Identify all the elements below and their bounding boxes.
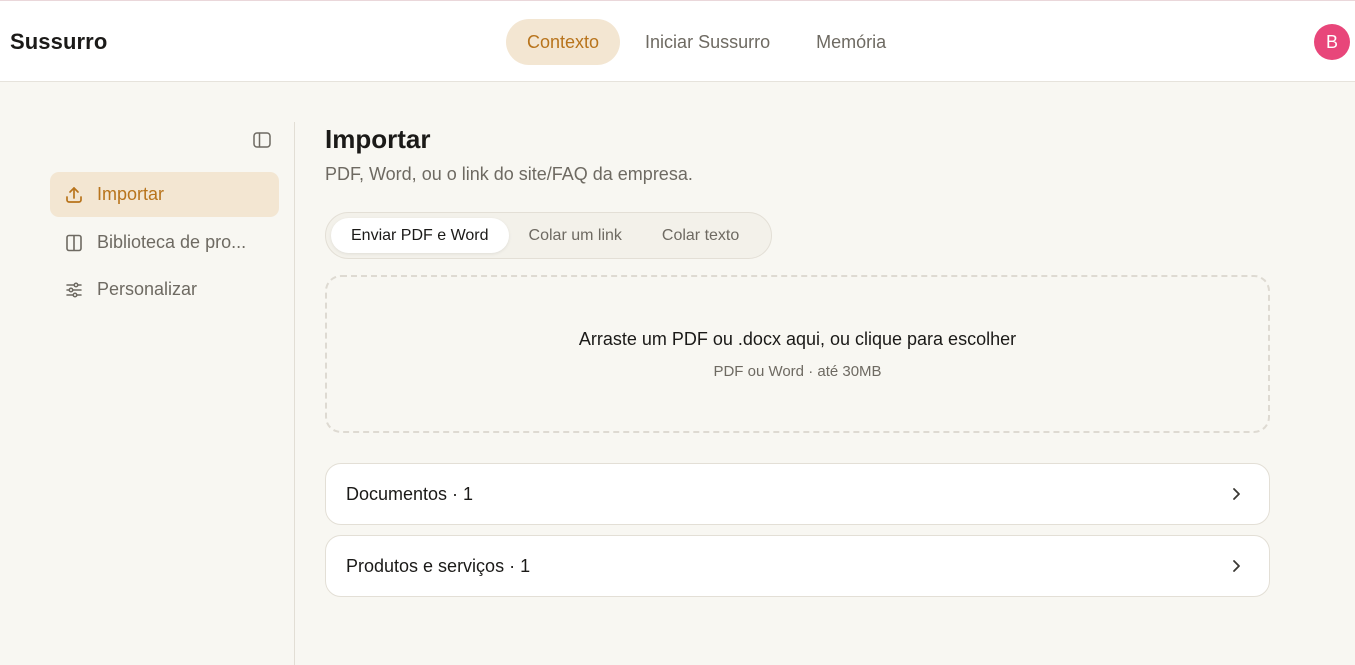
tab-enviar-pdf-word[interactable]: Enviar PDF e Word [331,218,509,253]
tab-colar-texto[interactable]: Colar texto [642,218,759,253]
main-nav: Contexto Iniciar Sussurro Memória [506,19,907,65]
app-logo-text[interactable]: Sussurro [10,29,107,55]
nav-tab-iniciar-sussurro[interactable]: Iniciar Sussurro [624,19,791,65]
nav-tab-memoria[interactable]: Memória [795,19,907,65]
sidebar-item-label: Importar [97,184,165,204]
tab-colar-link[interactable]: Colar um link [509,218,642,253]
upload-icon [64,185,84,205]
nav-tab-contexto[interactable]: Contexto [506,19,621,65]
file-dropzone[interactable]: Arraste um PDF ou .docx aqui, ou clique … [325,275,1270,433]
sliders-icon [64,280,84,300]
dropzone-title: Arraste um PDF ou .docx aqui, ou clique … [578,329,1017,349]
sidebar-toggle-icon[interactable] [250,128,274,152]
sidebar-item-label: Biblioteca de pro... [97,232,247,252]
import-method-tabs: Enviar PDF e Word Colar um link Colar te… [325,212,772,259]
sidebar-item-label: Personalizar [97,279,198,299]
sidebar-item-importar[interactable]: Importar [50,172,279,217]
sidebar-divider [294,122,295,665]
sidebar-item-biblioteca[interactable]: Biblioteca de pro... [50,220,279,265]
book-icon [64,233,84,253]
page-title: Importar [325,124,431,154]
sidebar-item-personalizar[interactable]: Personalizar [50,267,279,312]
section-label: Documentos · 1 [346,483,474,504]
dropzone-hint: PDF ou Word · até 30MB [713,363,882,380]
section-label: Produtos e serviços · 1 [346,555,531,576]
chevron-right-icon [1233,560,1240,572]
user-avatar[interactable]: B [1314,24,1350,60]
top-bar: Sussurro Contexto Iniciar Sussurro Memór… [0,0,1355,82]
page-subtitle: PDF, Word, ou o link do site/FAQ da empr… [325,164,693,184]
section-produtos-servicos[interactable]: Produtos e serviços · 1 [325,535,1270,597]
section-documentos[interactable]: Documentos · 1 [325,463,1270,525]
chevron-right-icon [1233,488,1240,500]
